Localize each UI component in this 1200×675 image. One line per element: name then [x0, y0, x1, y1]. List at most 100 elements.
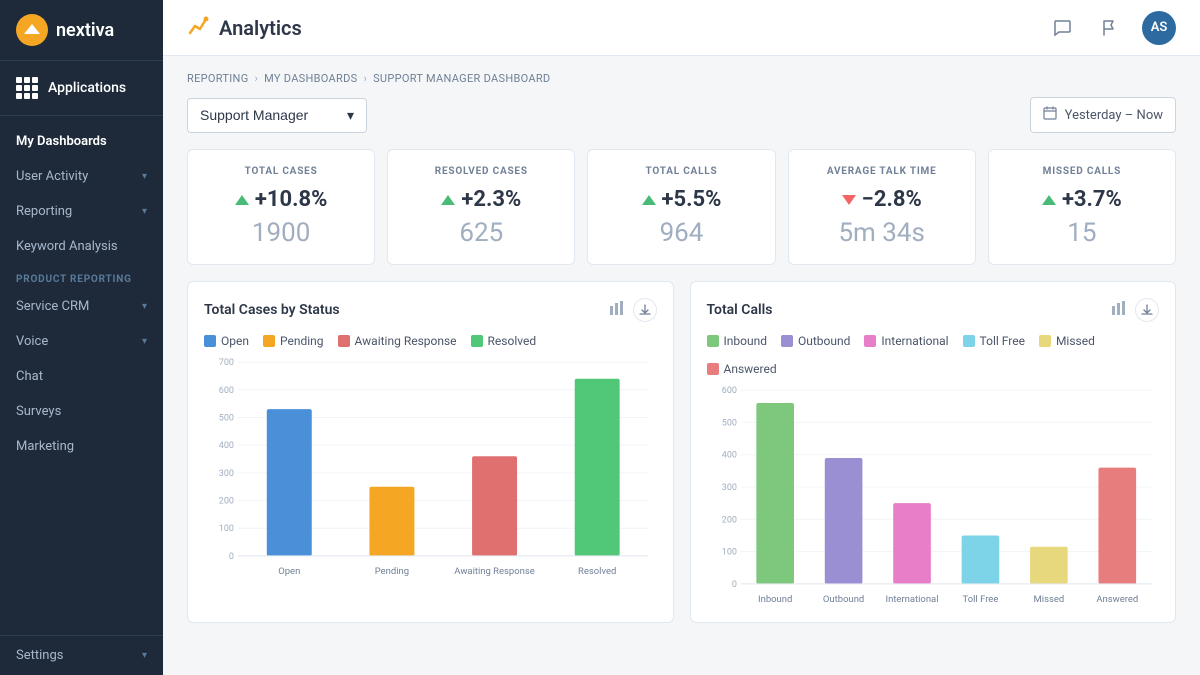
cases-chart-title: Total Cases by Status	[204, 302, 340, 318]
arrow-down-icon	[842, 195, 856, 205]
sidebar-item-reporting[interactable]: Reporting ▾	[0, 194, 163, 229]
legend-color	[963, 335, 975, 347]
calendar-icon	[1043, 106, 1057, 124]
y-axis-label: 200	[219, 497, 234, 507]
x-axis-label: Toll Free	[962, 594, 998, 605]
cases-legend: OpenPendingAwaiting ResponseResolved	[204, 334, 657, 348]
sidebar-item-user-activity[interactable]: User Activity ▾	[0, 159, 163, 194]
stat-card-avg-talk-time: AVERAGE TALK TIME −2.8% 5m 34s	[788, 149, 976, 265]
bar-chart-icon[interactable]	[609, 300, 625, 320]
x-axis-label: International	[885, 594, 938, 605]
applications-menu[interactable]: Applications	[0, 61, 163, 116]
sidebar-item-label: Voice	[16, 334, 48, 349]
legend-color	[338, 335, 350, 347]
legend-item: Inbound	[707, 334, 767, 348]
y-axis-label: 0	[731, 580, 736, 590]
download-icon[interactable]	[1135, 298, 1159, 322]
breadcrumb: REPORTING › MY DASHBOARDS › SUPPORT MANA…	[187, 72, 1176, 85]
stat-card-total-cases: TOTAL CASES +10.8% 1900	[187, 149, 375, 265]
sidebar-item-my-dashboards[interactable]: My Dashboards	[0, 124, 163, 159]
sidebar-item-service-crm[interactable]: Service CRM ▾	[0, 289, 163, 324]
calls-chart-title: Total Calls	[707, 302, 773, 318]
calls-chart-card: Total Calls InboundOutboundInternational…	[690, 281, 1177, 623]
sidebar-item-settings[interactable]: Settings ▾	[0, 636, 163, 675]
legend-color	[1039, 335, 1051, 347]
grid-icon	[16, 77, 38, 99]
stat-value: 964	[604, 218, 758, 248]
sidebar-item-marketing[interactable]: Marketing	[0, 429, 163, 464]
breadcrumb-item-my-dashboards[interactable]: MY DASHBOARDS	[264, 72, 357, 85]
download-icon[interactable]	[633, 298, 657, 322]
sidebar-item-chat[interactable]: Chat	[0, 359, 163, 394]
stat-label: MISSED CALLS	[1005, 166, 1159, 177]
legend-color	[204, 335, 216, 347]
legend-color	[707, 363, 719, 375]
legend-label: Resolved	[488, 334, 537, 348]
topbar: Analytics AS	[163, 0, 1200, 56]
bar	[369, 487, 414, 556]
sidebar-item-label: Marketing	[16, 439, 74, 454]
date-range-picker[interactable]: Yesterday – Now	[1030, 97, 1176, 133]
breadcrumb-item-support-manager: SUPPORT MANAGER DASHBOARD	[373, 72, 550, 85]
nextiva-logo-icon	[16, 14, 48, 46]
date-range-label: Yesterday – Now	[1065, 108, 1163, 123]
bar	[267, 409, 312, 556]
arrow-up-icon	[235, 195, 249, 205]
sidebar-item-surveys[interactable]: Surveys	[0, 394, 163, 429]
legend-item: Missed	[1039, 334, 1095, 348]
legend-color	[263, 335, 275, 347]
stat-change-value: −2.8%	[862, 187, 922, 212]
sidebar-item-label: Keyword Analysis	[16, 239, 118, 254]
sidebar-item-label: Service CRM	[16, 299, 89, 314]
sidebar-item-keyword-analysis[interactable]: Keyword Analysis	[0, 229, 163, 264]
stat-change-value: +3.7%	[1062, 187, 1122, 212]
bar-chart-icon[interactable]	[1111, 300, 1127, 320]
y-axis-label: 500	[219, 413, 234, 423]
breadcrumb-separator: ›	[254, 72, 258, 85]
content-area: REPORTING › MY DASHBOARDS › SUPPORT MANA…	[163, 56, 1200, 675]
y-axis-label: 100	[721, 548, 736, 558]
legend-label: Awaiting Response	[355, 334, 457, 348]
chevron-down-icon: ▾	[142, 301, 147, 312]
analytics-icon	[187, 14, 209, 41]
product-reporting-section: PRODUCT REPORTING	[0, 264, 163, 289]
legend-color	[471, 335, 483, 347]
dropdown-label: Support Manager	[200, 107, 308, 123]
legend-item: International	[864, 334, 948, 348]
toolbar: Support Manager ▾ Yesterday – Now	[187, 97, 1176, 133]
flag-icon-button[interactable]	[1094, 12, 1126, 44]
x-axis-label: Missed	[1033, 594, 1064, 605]
avatar[interactable]: AS	[1142, 11, 1176, 45]
stat-card-resolved-cases: RESOLVED CASES +2.3% 625	[387, 149, 575, 265]
stat-card-total-calls: TOTAL CALLS +5.5% 964	[587, 149, 775, 265]
bar	[756, 403, 794, 584]
applications-label: Applications	[48, 80, 126, 96]
dashboard-selector[interactable]: Support Manager ▾	[187, 98, 367, 133]
chat-icon-button[interactable]	[1046, 12, 1078, 44]
arrow-up-icon	[1042, 195, 1056, 205]
legend-item: Awaiting Response	[338, 334, 457, 348]
logo-area: nextiva	[0, 0, 163, 61]
legend-item: Pending	[263, 334, 324, 348]
legend-label: Answered	[724, 362, 777, 376]
sidebar-item-label: User Activity	[16, 169, 88, 184]
breadcrumb-item-reporting[interactable]: REPORTING	[187, 72, 248, 85]
y-axis-label: 700	[219, 358, 234, 368]
legend-color	[781, 335, 793, 347]
stat-value: 625	[404, 218, 558, 248]
stat-value: 15	[1005, 218, 1159, 248]
dropdown-arrow-icon: ▾	[347, 107, 354, 124]
legend-item: Answered	[707, 362, 777, 376]
logo-text: nextiva	[56, 20, 114, 41]
sidebar-item-voice[interactable]: Voice ▾	[0, 324, 163, 359]
bar	[893, 503, 931, 584]
topbar-left: Analytics	[187, 14, 302, 41]
chevron-down-icon: ▾	[142, 206, 147, 217]
x-axis-label: Inbound	[758, 594, 792, 605]
y-axis-label: 200	[721, 515, 736, 525]
legend-color	[707, 335, 719, 347]
bar	[1030, 547, 1068, 584]
x-axis-label: Open	[278, 566, 300, 577]
settings-label: Settings	[16, 648, 63, 663]
chart-header: Total Calls	[707, 298, 1160, 322]
